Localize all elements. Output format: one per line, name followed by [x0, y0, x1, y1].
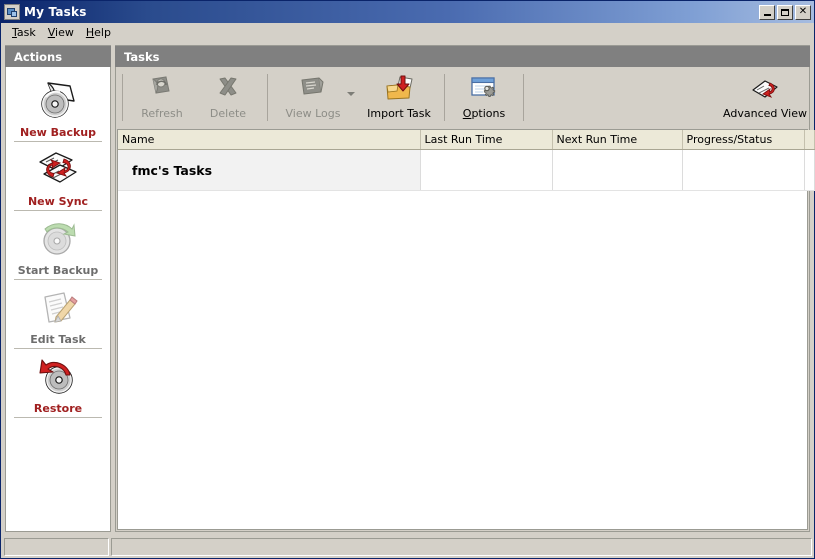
column-header-next-run-time[interactable]: Next Run Time — [552, 130, 683, 150]
toolbar-label: Advanced View — [723, 107, 807, 120]
tasks-panel: Tasks Refresh Delete View Logs Import Ta… — [115, 45, 815, 538]
cell-extra[interactable] — [804, 149, 815, 191]
toolbar-label: Refresh — [141, 107, 183, 120]
sidebar-item-start-backup[interactable]: Start Backup — [12, 211, 104, 279]
column-header-name[interactable]: Name — [118, 130, 421, 150]
sidebar-item-new-backup[interactable]: New Backup — [12, 73, 104, 141]
sidebar-item-restore[interactable]: Restore — [12, 349, 104, 417]
view-logs-icon — [297, 74, 329, 104]
app-window: My Tasks ✕ Task View Help Actions New Ba… — [0, 0, 815, 559]
toolbar-label: View Logs — [285, 107, 341, 120]
sidebar-item-edit-task[interactable]: Edit Task — [12, 280, 104, 348]
menu-task[interactable]: Task — [6, 24, 42, 41]
disc-backup-icon — [34, 77, 82, 123]
status-left — [4, 538, 109, 556]
delete-x-icon — [212, 74, 244, 104]
disc-play-icon — [34, 215, 82, 261]
paper-pencil-icon — [34, 284, 82, 330]
disc-restore-icon — [34, 353, 82, 399]
close-button[interactable]: ✕ — [795, 4, 811, 20]
title-bar: My Tasks ✕ — [1, 1, 814, 23]
table-header-row: Name Last Run Time Next Run Time Progres… — [118, 130, 815, 150]
body-area: Actions New Backup New Sync Start Backup… — [1, 42, 815, 538]
sidebar-item-label: New Sync — [27, 195, 89, 208]
sidebar-item-label: Start Backup — [17, 264, 99, 277]
app-window-icon — [4, 4, 20, 20]
actions-sidebar: Actions New Backup New Sync Start Backup… — [5, 45, 111, 538]
advanced-view-button[interactable]: Advanced View — [723, 70, 807, 129]
sync-papers-icon — [34, 146, 82, 192]
delete-button[interactable]: Delete — [195, 70, 261, 129]
cell-name[interactable]: fmc's Tasks — [118, 149, 421, 191]
toolbar-separator — [122, 74, 123, 121]
tasks-list-empty-area[interactable] — [118, 191, 807, 529]
refresh-button[interactable]: Refresh — [129, 70, 195, 129]
actions-list: New Backup New Sync Start Backup Edit Ta… — [5, 67, 111, 532]
actions-panel-header: Actions — [5, 45, 111, 67]
status-right — [111, 538, 812, 556]
menu-bar: Task View Help — [1, 23, 814, 42]
minimize-button[interactable] — [759, 4, 775, 20]
options-button[interactable]: Options — [451, 70, 517, 129]
toolbar-label: Options — [462, 107, 506, 120]
tasks-list-view[interactable]: Name Last Run Time Next Run Time Progres… — [117, 129, 815, 530]
view-logs-button[interactable]: View Logs — [274, 70, 355, 129]
cell-last-run-time[interactable] — [420, 149, 553, 191]
table-row[interactable]: fmc's Tasks — [118, 149, 815, 191]
maximize-button[interactable] — [777, 4, 793, 20]
import-task-button[interactable]: Import Task — [360, 70, 438, 129]
tasks-toolbar: Refresh Delete View Logs Import Task Opt… — [116, 67, 809, 129]
maximize-icon — [781, 8, 789, 16]
tasks-table: Name Last Run Time Next Run Time Progres… — [118, 130, 815, 191]
toolbar-separator — [267, 74, 268, 121]
window-controls: ✕ — [759, 4, 812, 20]
menu-view[interactable]: View — [42, 24, 80, 41]
sidebar-item-label: Edit Task — [30, 333, 86, 346]
column-header-extra[interactable] — [804, 130, 815, 150]
import-task-icon — [383, 74, 415, 104]
sidebar-item-label: New Backup — [19, 126, 96, 139]
toolbar-label: Import Task — [367, 107, 431, 120]
toolbar-separator — [444, 74, 445, 121]
menu-help[interactable]: Help — [80, 24, 117, 41]
close-icon: ✕ — [798, 6, 808, 17]
options-gear-icon — [468, 74, 500, 104]
column-header-progress-status[interactable]: Progress/Status — [682, 130, 805, 150]
toolbar-separator — [523, 74, 524, 121]
refresh-icon — [146, 74, 178, 104]
cell-progress-status[interactable] — [682, 149, 805, 191]
column-header-last-run-time[interactable]: Last Run Time — [420, 130, 553, 150]
chevron-down-icon[interactable] — [347, 92, 355, 96]
tasks-panel-header: Tasks — [115, 45, 810, 67]
minimize-icon — [763, 13, 771, 16]
tasks-panel-body: Refresh Delete View Logs Import Task Opt… — [115, 67, 815, 532]
status-bar — [1, 538, 814, 558]
toolbar-label: Delete — [209, 107, 247, 120]
cell-next-run-time[interactable] — [552, 149, 683, 191]
sidebar-item-label: Restore — [33, 402, 83, 415]
sidebar-divider — [14, 417, 102, 418]
sidebar-item-new-sync[interactable]: New Sync — [12, 142, 104, 210]
window-title: My Tasks — [24, 5, 87, 19]
advanced-view-icon — [749, 78, 781, 104]
